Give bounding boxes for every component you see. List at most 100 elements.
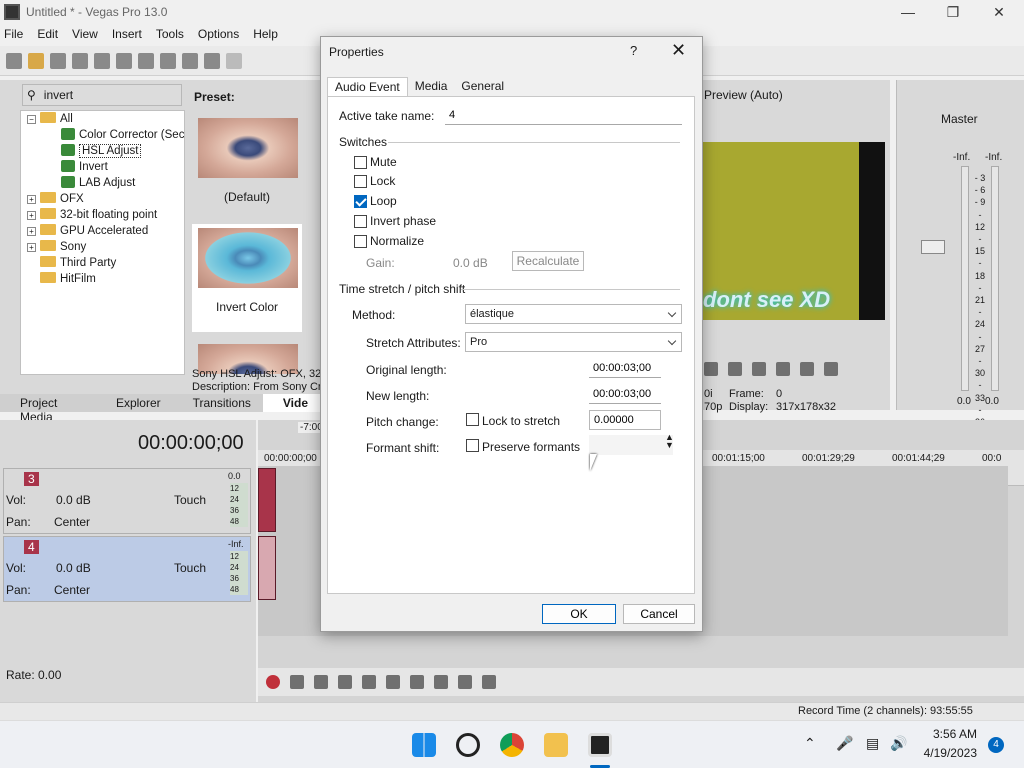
- tab-project-media[interactable]: Project Media: [0, 394, 96, 424]
- chevron-up-icon[interactable]: ⌃: [804, 735, 816, 752]
- menu-insert[interactable]: Insert: [112, 27, 142, 41]
- play-from-start-icon[interactable]: [314, 675, 328, 689]
- clock-time[interactable]: 3:56 AM: [921, 727, 977, 741]
- microphone-icon[interactable]: 🎤: [836, 735, 853, 752]
- preview-quality-select[interactable]: Preview (Auto): [704, 88, 783, 102]
- tree-item[interactable]: Invert: [21, 159, 184, 175]
- save-icon[interactable]: [50, 52, 66, 69]
- network-icon[interactable]: ▤: [866, 735, 879, 752]
- spin-arrows-icon[interactable]: ▲ ▼: [665, 433, 674, 450]
- undo-icon[interactable]: [204, 52, 220, 69]
- minimize-icon[interactable]: —: [885, 0, 931, 24]
- windows-start-icon[interactable]: [412, 733, 436, 757]
- preserve-formants-checkbox[interactable]: [466, 439, 479, 452]
- go-start-icon[interactable]: [410, 675, 424, 689]
- tree-item[interactable]: +32-bit floating point: [21, 207, 184, 223]
- properties-icon[interactable]: [116, 52, 132, 69]
- close-icon[interactable]: ✕: [976, 0, 1022, 24]
- play-icon[interactable]: [338, 675, 352, 689]
- stop-icon[interactable]: [728, 362, 742, 376]
- tree-item[interactable]: Third Party: [21, 255, 184, 271]
- copy-icon[interactable]: [160, 52, 176, 69]
- next-frame-icon[interactable]: [824, 362, 838, 376]
- notification-badge[interactable]: 4: [988, 737, 1004, 753]
- clock-date[interactable]: 4/19/2023: [919, 746, 977, 760]
- collapse-icon[interactable]: −: [27, 115, 36, 124]
- new-icon[interactable]: [6, 52, 22, 69]
- preset-invert-color[interactable]: Invert Color: [192, 224, 302, 332]
- close-icon[interactable]: ✕: [671, 40, 686, 61]
- tab-media[interactable]: Media: [408, 77, 455, 96]
- expand-icon[interactable]: +: [27, 243, 36, 252]
- menu-view[interactable]: View: [72, 27, 98, 41]
- expand-icon[interactable]: +: [27, 211, 36, 220]
- original-length-input[interactable]: [589, 358, 661, 378]
- audio-clip[interactable]: [258, 536, 276, 600]
- prev-frame-icon[interactable]: [800, 362, 814, 376]
- recalculate-button[interactable]: Recalculate: [512, 251, 584, 271]
- stretch-attributes-select[interactable]: Pro: [465, 332, 682, 352]
- invert-phase-checkbox[interactable]: [354, 215, 367, 228]
- search-icon[interactable]: [456, 733, 480, 757]
- redo-icon[interactable]: [226, 52, 242, 69]
- lock-checkbox[interactable]: [354, 175, 367, 188]
- next-icon[interactable]: [776, 362, 790, 376]
- menu-tools[interactable]: Tools: [156, 27, 184, 41]
- mute-checkbox[interactable]: [354, 156, 367, 169]
- tree-item[interactable]: + GPU Accelerated: [21, 223, 184, 239]
- prev-icon[interactable]: [752, 362, 766, 376]
- paste-icon[interactable]: [182, 52, 198, 69]
- loop-checkbox[interactable]: [354, 195, 367, 208]
- tab-general[interactable]: General: [454, 77, 511, 96]
- save-as-icon[interactable]: [72, 52, 88, 69]
- master-fader-handle[interactable]: [921, 240, 945, 254]
- menu-options[interactable]: Options: [198, 27, 239, 41]
- help-button[interactable]: ?: [630, 43, 637, 58]
- tab-audio-event[interactable]: Audio Event: [327, 77, 408, 96]
- prev-frame-icon[interactable]: [458, 675, 472, 689]
- pause-icon[interactable]: [704, 362, 718, 376]
- expand-icon[interactable]: +: [27, 227, 36, 236]
- file-explorer-icon[interactable]: [544, 733, 568, 757]
- tab-video-fx[interactable]: Vide: [262, 394, 320, 412]
- formant-shift-input[interactable]: [589, 435, 673, 455]
- tree-item-selected[interactable]: HSL Adjust: [21, 143, 184, 159]
- search-value[interactable]: invert: [44, 88, 73, 102]
- ok-button[interactable]: OK: [542, 604, 616, 624]
- next-frame-icon[interactable]: [482, 675, 496, 689]
- chrome-icon[interactable]: [500, 733, 524, 757]
- pause-icon[interactable]: [362, 675, 376, 689]
- active-take-input[interactable]: [445, 105, 682, 125]
- menu-edit[interactable]: Edit: [37, 27, 58, 41]
- track-header[interactable]: 3 Vol: 0.0 dB Pan: Center Touch 0.0 12 24…: [3, 468, 251, 534]
- tree-item[interactable]: Color Corrector (Seco: [21, 127, 184, 143]
- expand-icon[interactable]: +: [27, 195, 36, 204]
- pitch-change-input[interactable]: [589, 410, 661, 430]
- preset-default[interactable]: (Default): [192, 114, 302, 219]
- loop-icon[interactable]: [290, 675, 304, 689]
- go-end-icon[interactable]: [434, 675, 448, 689]
- new-length-input[interactable]: [589, 384, 661, 404]
- track-header-selected[interactable]: 4 Vol: 0.0 dB Pan: Center Touch -Inf. 12…: [3, 536, 251, 602]
- tab-explorer[interactable]: Explorer: [96, 394, 173, 412]
- cancel-button[interactable]: Cancel: [623, 604, 695, 624]
- render-icon[interactable]: [94, 52, 110, 69]
- lock-to-stretch-checkbox[interactable]: [466, 413, 479, 426]
- tab-transitions[interactable]: Transitions: [173, 394, 263, 412]
- stop-icon[interactable]: [386, 675, 400, 689]
- audio-clip[interactable]: [258, 468, 276, 532]
- restore-icon[interactable]: ❐: [930, 0, 976, 24]
- open-icon[interactable]: [28, 52, 44, 69]
- tree-item[interactable]: LAB Adjust: [21, 175, 184, 191]
- method-select[interactable]: élastique: [465, 304, 682, 324]
- vegas-taskbar-icon[interactable]: [588, 733, 612, 757]
- record-icon[interactable]: [266, 675, 280, 689]
- menu-file[interactable]: File: [4, 27, 23, 41]
- normalize-checkbox[interactable]: [354, 235, 367, 248]
- tree-item[interactable]: − All: [21, 111, 184, 127]
- volume-icon[interactable]: 🔊: [890, 735, 907, 752]
- tree-item[interactable]: + OFX: [21, 191, 184, 207]
- search-box[interactable]: ⚲ invert: [22, 84, 182, 106]
- cut-icon[interactable]: [138, 52, 154, 69]
- tree-item[interactable]: HitFilm: [21, 271, 184, 287]
